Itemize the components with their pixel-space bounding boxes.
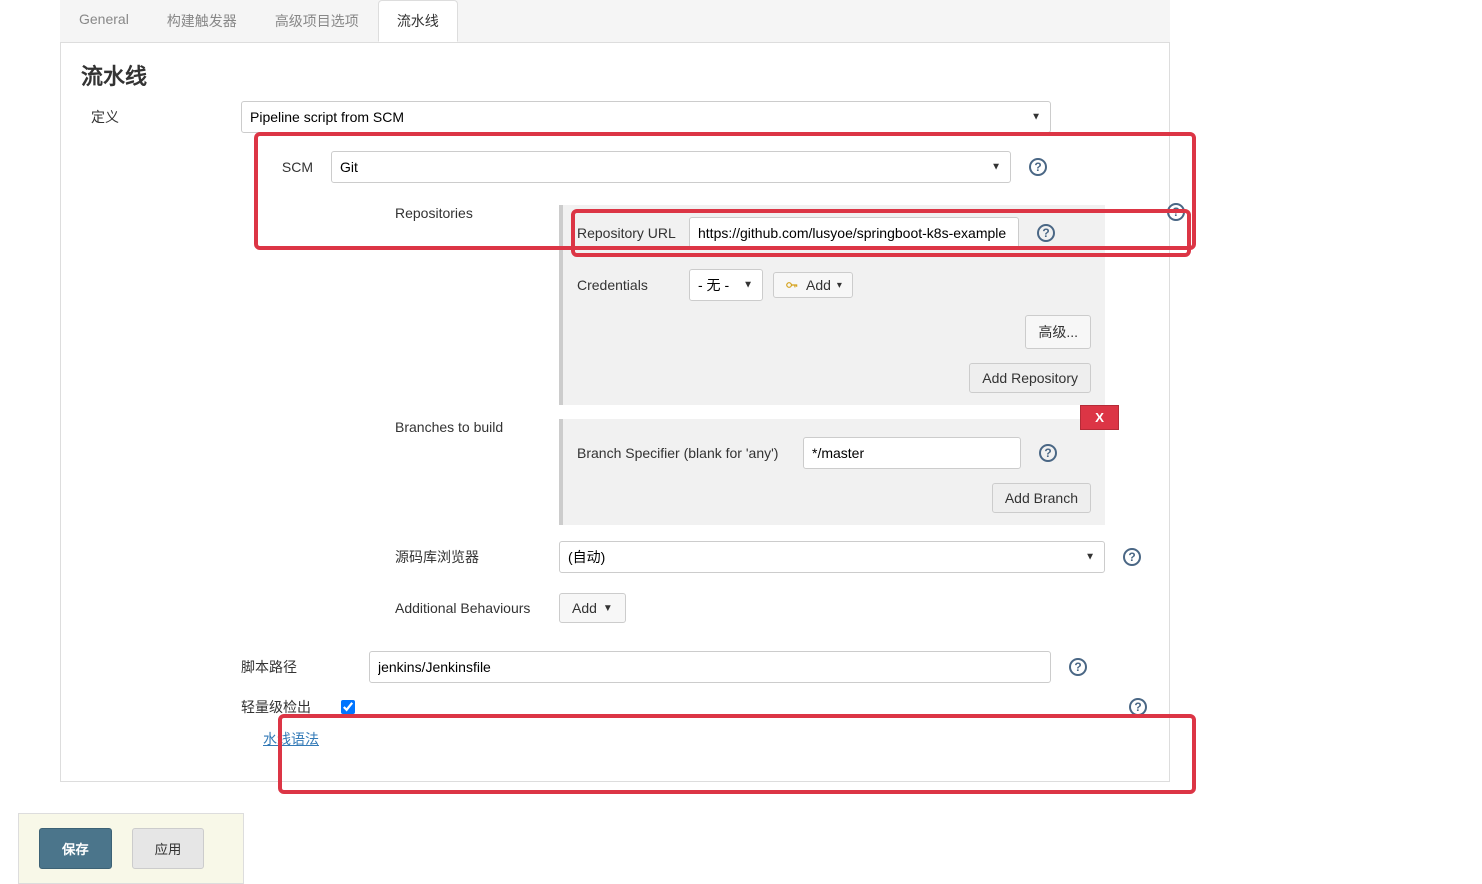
tab-pipeline[interactable]: 流水线: [378, 0, 458, 42]
tab-advanced-options[interactable]: 高级项目选项: [256, 0, 378, 42]
credentials-select[interactable]: - 无 -: [689, 269, 763, 301]
script-path-label: 脚本路径: [241, 657, 369, 677]
lightweight-checkbox[interactable]: [341, 700, 355, 714]
scm-label: SCM: [241, 159, 331, 175]
chevron-down-icon: ▾: [837, 280, 842, 291]
repositories-label: Repositories: [395, 205, 559, 221]
branch-specifier-input[interactable]: [803, 437, 1021, 469]
script-path-input[interactable]: [369, 651, 1051, 683]
additional-behaviours-label: Additional Behaviours: [395, 600, 559, 616]
branch-specifier-label: Branch Specifier (blank for 'any'): [577, 445, 803, 461]
repositories-panel: Repository URL ? Credentials - 无 - ▼: [559, 205, 1105, 405]
pipeline-section: 流水线 定义 Pipeline script from SCM ▼ SCM Gi…: [60, 43, 1170, 782]
pipeline-syntax-link[interactable]: 水线语法: [263, 729, 319, 749]
source-browser-label: 源码库浏览器: [395, 547, 559, 567]
help-icon[interactable]: ?: [1123, 548, 1141, 566]
branches-panel: X Branch Specifier (blank for 'any') ? A…: [559, 419, 1105, 525]
config-tabs: General 构建触发器 高级项目选项 流水线: [60, 0, 1170, 43]
definition-select[interactable]: Pipeline script from SCM: [241, 101, 1051, 133]
tab-general[interactable]: General: [60, 0, 148, 42]
footer-actions: 保存 应用: [18, 813, 244, 884]
save-button[interactable]: 保存: [39, 828, 112, 869]
repo-url-input[interactable]: [689, 217, 1019, 249]
help-icon[interactable]: ?: [1167, 203, 1185, 221]
repo-url-label: Repository URL: [577, 225, 689, 241]
add-branch-button[interactable]: Add Branch: [992, 483, 1091, 513]
definition-label: 定义: [91, 107, 151, 127]
section-title: 流水线: [81, 59, 1153, 91]
chevron-down-icon: ▼: [603, 603, 613, 614]
credentials-label: Credentials: [577, 277, 689, 293]
add-credentials-button[interactable]: Add ▾: [773, 272, 853, 298]
help-icon[interactable]: ?: [1069, 658, 1087, 676]
highlight-script-path: [278, 714, 1196, 794]
help-icon[interactable]: ?: [1029, 158, 1047, 176]
scm-select[interactable]: Git: [331, 151, 1011, 183]
help-icon[interactable]: ?: [1039, 444, 1057, 462]
apply-button[interactable]: 应用: [132, 828, 205, 869]
delete-branch-button[interactable]: X: [1080, 405, 1119, 430]
source-browser-select[interactable]: (自动): [559, 541, 1105, 573]
tab-build-triggers[interactable]: 构建触发器: [148, 0, 256, 42]
branches-label: Branches to build: [395, 419, 559, 435]
additional-behaviours-add-button[interactable]: Add ▼: [559, 593, 626, 623]
help-icon[interactable]: ?: [1037, 224, 1055, 242]
key-icon: [784, 278, 800, 292]
add-repository-button[interactable]: Add Repository: [969, 363, 1091, 393]
help-icon[interactable]: ?: [1129, 698, 1147, 716]
lightweight-label: 轻量级检出: [241, 697, 341, 717]
advanced-button[interactable]: 高级...: [1025, 315, 1091, 349]
